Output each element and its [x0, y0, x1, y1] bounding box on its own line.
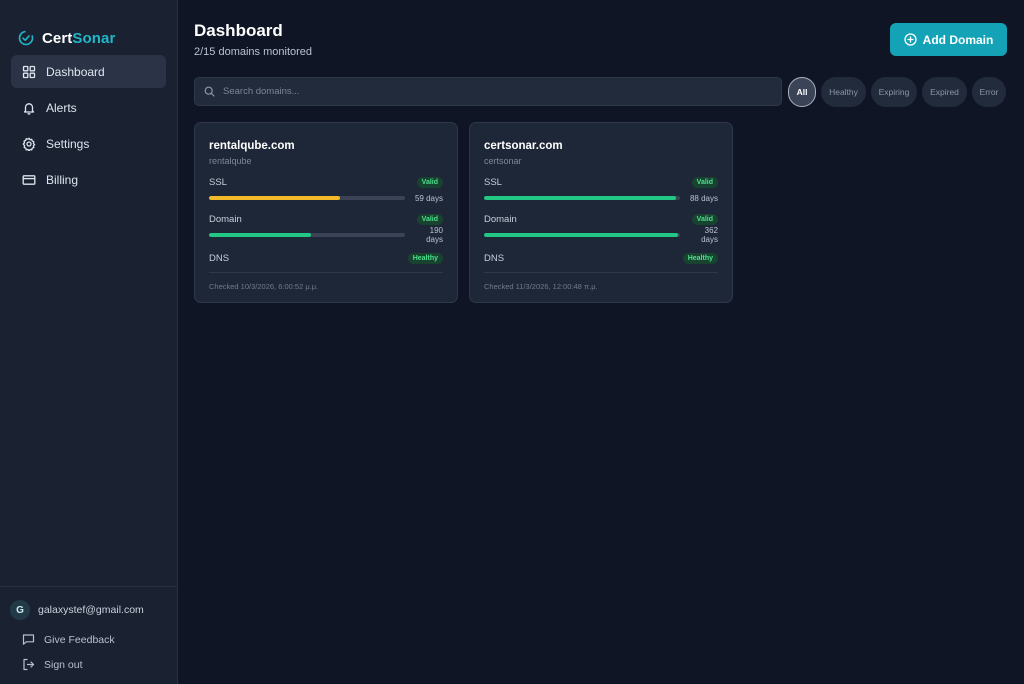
ssl-progress-fill	[484, 196, 677, 200]
dns-metric: DNS Healthy	[209, 251, 443, 265]
page-subtitle: 2/15 domains monitored	[194, 46, 313, 58]
domain-days-remaining: 190 days	[426, 226, 443, 244]
sidebar-item-alerts[interactable]: Alerts	[11, 91, 166, 124]
add-domain-label: Add Domain	[922, 32, 994, 47]
ssl-expiry-row: 88 days	[484, 192, 718, 204]
brand-name: CertSonar	[42, 30, 115, 47]
divider	[484, 272, 718, 273]
sidebar-item-settings[interactable]: Settings	[11, 127, 166, 160]
sign-out-link[interactable]: Sign out	[10, 652, 167, 677]
brand-name-part2: Sonar	[72, 29, 116, 47]
sidebar: CertSonar Dashboard Alerts Settings Bill…	[0, 0, 178, 684]
ssl-progress-track	[484, 196, 680, 200]
filter-all[interactable]: All	[788, 77, 816, 107]
ssl-metric: SSL Valid	[484, 175, 718, 189]
brand-name-part1: Cert	[42, 29, 73, 47]
sidebar-item-label: Billing	[46, 172, 79, 187]
sidebar-item-billing[interactable]: Billing	[11, 163, 166, 196]
last-checked-timestamp: Checked 10/3/2026, 6:00:52 μ.μ.	[209, 282, 319, 291]
add-domain-button[interactable]: Add Domain	[890, 23, 1007, 56]
page-title: Dashboard	[194, 21, 283, 40]
domain-card-grid: rentalqube.com rentalqube SSL Valid 59 d…	[194, 122, 733, 303]
dns-label: DNS	[209, 252, 230, 264]
sidebar-nav: Dashboard Alerts Settings Billing	[0, 55, 177, 196]
domain-metric: Domain Valid	[209, 212, 443, 226]
ssl-days-remaining: 88 days	[689, 193, 718, 203]
main-content: Dashboard 2/15 domains monitored Add Dom…	[178, 0, 1024, 684]
domain-expiry-row: 190 days	[209, 226, 443, 244]
status-badge: Healthy	[682, 252, 718, 264]
domain-card[interactable]: certsonar.com certsonar SSL Valid 88 day…	[469, 122, 733, 303]
bell-icon	[23, 102, 35, 115]
ssl-progress-track	[209, 196, 405, 200]
give-feedback-label: Give Feedback	[44, 633, 115, 646]
radar-check-icon	[18, 30, 34, 46]
domain-label: certsonar	[484, 156, 522, 166]
domain-progress-track	[209, 233, 405, 237]
divider	[209, 272, 443, 273]
domain-metric: Domain Valid	[484, 212, 718, 226]
ssl-label: SSL	[209, 176, 227, 188]
status-badge: Valid	[416, 176, 443, 188]
last-checked-timestamp: Checked 11/3/2026, 12:00:48 π.μ.	[484, 282, 598, 291]
domain-progress-track	[484, 233, 680, 237]
status-badge: Valid	[691, 176, 718, 188]
domain-label: rentalqube	[209, 156, 252, 166]
brand[interactable]: CertSonar	[0, 0, 177, 56]
domain-name: rentalqube.com	[209, 140, 295, 152]
domain-expiry-label: Domain	[209, 213, 242, 225]
ssl-expiry-row: 59 days	[209, 192, 443, 204]
sign-out-label: Sign out	[44, 658, 83, 671]
domain-name: certsonar.com	[484, 140, 563, 152]
search-bar	[194, 77, 782, 106]
search-input[interactable]	[223, 86, 763, 97]
domain-card[interactable]: rentalqube.com rentalqube SSL Valid 59 d…	[194, 122, 458, 303]
grid-icon	[22, 65, 36, 78]
message-square-icon	[22, 634, 35, 645]
credit-card-icon	[22, 174, 36, 185]
user-account[interactable]: G galaxystef@gmail.com	[10, 599, 167, 621]
log-out-icon	[23, 658, 35, 671]
sidebar-footer: G galaxystef@gmail.com Give Feedback Sig…	[0, 586, 177, 677]
gear-icon	[22, 137, 36, 151]
domain-expiry-label: Domain	[484, 213, 517, 225]
plus-circle-icon	[904, 33, 917, 46]
domain-progress-fill	[484, 233, 679, 237]
status-badge: Healthy	[407, 252, 443, 264]
sidebar-item-label: Settings	[46, 136, 90, 151]
ssl-progress-fill	[209, 196, 341, 200]
dns-label: DNS	[484, 252, 505, 264]
user-email: galaxystef@gmail.com	[38, 604, 144, 616]
search-icon	[204, 86, 215, 97]
status-badge: Valid	[691, 213, 718, 225]
sidebar-item-label: Dashboard	[46, 64, 105, 79]
status-filter-group: All Healthy Expiring Expired Error	[788, 77, 1006, 107]
filter-expiring[interactable]: Expiring	[871, 77, 917, 107]
sidebar-item-label: Alerts	[46, 100, 77, 115]
ssl-label: SSL	[484, 176, 502, 188]
domain-progress-fill	[209, 233, 311, 237]
domain-expiry-row: 362 days	[484, 226, 718, 244]
ssl-days-remaining: 59 days	[414, 193, 443, 203]
sidebar-item-dashboard[interactable]: Dashboard	[11, 55, 166, 88]
filter-expired[interactable]: Expired	[922, 77, 967, 107]
filter-healthy[interactable]: Healthy	[821, 77, 866, 107]
avatar: G	[10, 600, 30, 620]
give-feedback-link[interactable]: Give Feedback	[10, 627, 167, 652]
dns-metric: DNS Healthy	[484, 251, 718, 265]
domain-days-remaining: 362 days	[701, 226, 718, 244]
filter-error[interactable]: Error	[972, 77, 1006, 107]
status-badge: Valid	[416, 213, 443, 225]
ssl-metric: SSL Valid	[209, 175, 443, 189]
